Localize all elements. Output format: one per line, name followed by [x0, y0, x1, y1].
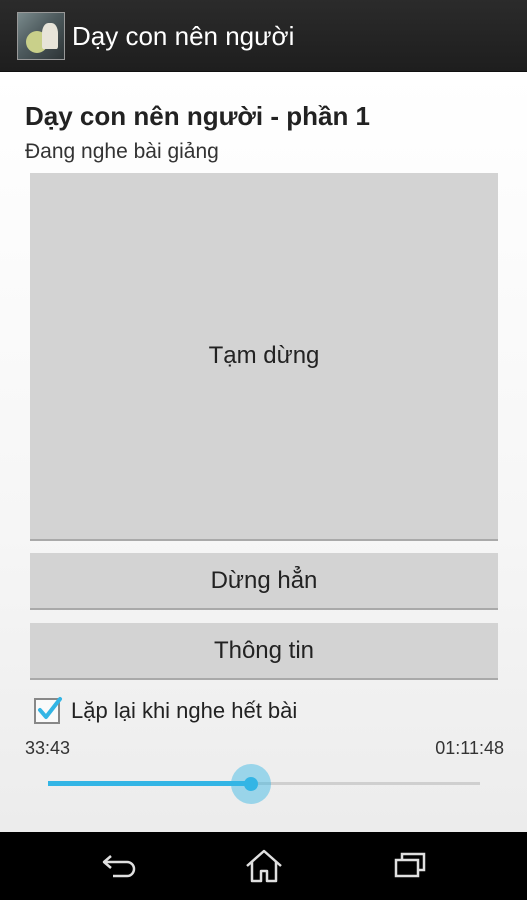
home-button[interactable] [240, 846, 288, 886]
app-icon[interactable] [17, 12, 65, 60]
seek-thumb[interactable] [230, 764, 271, 804]
back-icon [102, 855, 136, 878]
info-button[interactable]: Thông tin [30, 623, 498, 680]
lecture-title: Dạy con nên người - phần 1 [25, 101, 371, 131]
app-icon-figure-2 [42, 23, 58, 49]
repeat-option[interactable]: Lặp lại khi nghe hết bài [34, 694, 297, 728]
repeat-label: Lặp lại khi nghe hết bài [71, 698, 298, 723]
app-title: Dạy con nên người [72, 21, 295, 51]
current-time: 33:43 [25, 738, 71, 758]
recent-apps-button[interactable] [386, 846, 434, 886]
back-button[interactable] [95, 846, 143, 886]
pause-button[interactable]: Tạm dừng [30, 173, 498, 541]
main-content: Dạy con nên người - phần 1 Đang nghe bài… [0, 72, 527, 832]
seek-progress [48, 781, 251, 786]
recent-apps-icon [394, 852, 426, 878]
stop-button[interactable]: Dừng hẳn [30, 553, 498, 610]
repeat-checkbox[interactable] [34, 697, 62, 724]
home-icon [246, 849, 282, 883]
seek-bar[interactable] [48, 764, 480, 804]
playback-status: Đang nghe bài giảng [25, 140, 219, 163]
action-bar: Dạy con nên người [0, 0, 527, 72]
navigation-bar [0, 832, 527, 900]
total-time: 01:11:48 [435, 738, 504, 758]
checkmark-icon [38, 697, 62, 719]
